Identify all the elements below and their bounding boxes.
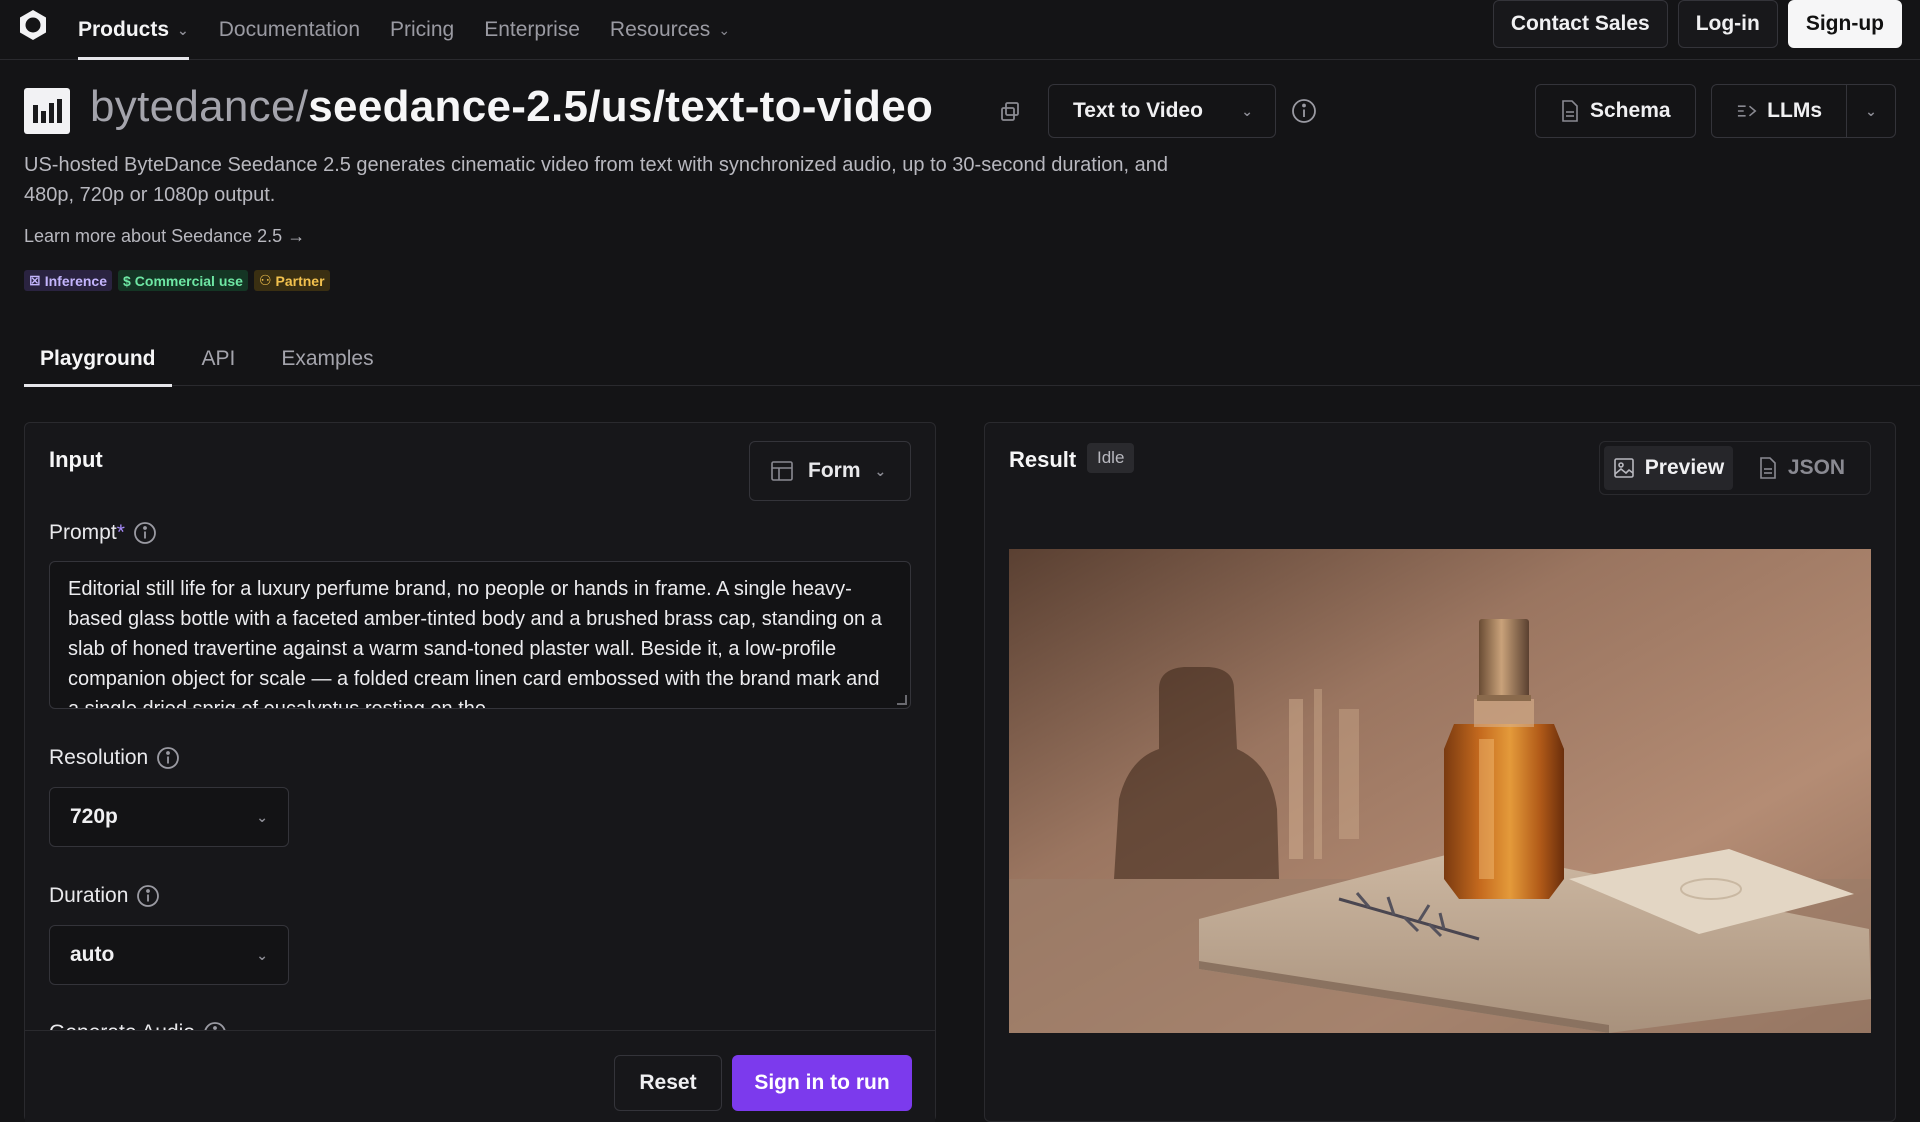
schema-label: Schema [1590,99,1671,122]
nav-documentation[interactable]: Documentation [219,0,360,60]
nav-products[interactable]: Products ⌄ [78,0,189,60]
top-navigation: Products ⌄ Documentation Pricing Enterpri… [0,0,1920,60]
resolution-select[interactable]: 720p ⌄ [49,787,289,847]
contact-sales-button[interactable]: Contact Sales [1492,0,1668,48]
duration-label: Duration [49,884,160,908]
chevron-down-icon: ⌄ [177,21,189,38]
dollar-icon: $ [122,272,131,289]
logo-icon[interactable] [16,8,50,42]
document-icon [1562,100,1578,122]
preview-tab[interactable]: Preview [1604,446,1733,490]
badge-partner: ⚇ Partner [253,270,330,291]
perfume-still-life-image [1009,549,1871,1033]
input-footer: Reset Sign in to run [25,1030,935,1122]
prompt-label: Prompt* [49,521,157,545]
signup-button[interactable]: Sign-up [1787,0,1902,48]
status-badge: Idle [1087,443,1135,473]
tab-bar: Playground API Examples [24,332,1920,387]
tab-api[interactable]: API [186,332,252,386]
model-description: US-hosted ByteDance Seedance 2.5 generat… [24,154,1169,206]
info-icon[interactable] [156,746,180,770]
schema-button[interactable]: Schema [1535,84,1696,138]
info-icon[interactable] [136,884,160,908]
tab-examples[interactable]: Examples [265,332,389,386]
input-panel: Input Form ⌄ Prompt* Editorial still lif… [24,422,936,1122]
view-toggle: Preview JSON [1599,441,1871,495]
badges: ⊠ Inference $ Commercial use ⚇ Partner [24,270,330,291]
duration-value: auto [70,943,115,966]
llms-button[interactable]: LLMs [1711,84,1847,138]
result-title: Result [1009,447,1077,472]
prompt-text: Editorial still life for a luxury perfum… [68,578,882,709]
inference-icon: ⊠ [29,272,41,288]
input-title: Input [49,447,103,472]
chevron-down-icon: ⌄ [874,462,887,479]
people-icon: ⚇ [258,272,272,288]
chevron-down-icon: ⌄ [256,946,268,963]
layout-icon [771,461,793,481]
learn-more-link[interactable]: Learn more about Seedance 2.5 → [24,226,305,247]
page-title: bytedance/seedance-2.5/us/text-to-video [90,82,933,132]
json-tab[interactable]: JSON [1737,446,1866,490]
info-icon[interactable] [1291,98,1317,124]
chevron-down-icon: ⌄ [256,808,268,825]
result-preview-image [1009,549,1871,1033]
result-panel: Result Idle Preview JSON [984,422,1896,1122]
nav-pricing[interactable]: Pricing [390,0,454,60]
info-icon[interactable] [133,521,157,545]
copy-icon[interactable] [998,100,1022,124]
document-icon [1760,457,1776,479]
llm-icon [1737,105,1757,117]
badge-inference: ⊠ Inference [24,270,112,291]
chevron-down-icon: ⌄ [718,21,731,38]
form-mode-label: Form [808,459,861,482]
resize-handle[interactable] [897,695,907,705]
form-mode-button[interactable]: Form ⌄ [749,441,911,501]
run-button[interactable]: Sign in to run [732,1055,912,1111]
resolution-label: Resolution [49,746,180,770]
mode-select-value: Text to Video [1073,99,1203,122]
llms-label: LLMs [1767,99,1822,122]
model-slug: seedance-2.5/us/text-to-video [308,82,934,131]
nav-resources[interactable]: Resources ⌄ [610,0,730,60]
duration-select[interactable]: auto ⌄ [49,925,289,985]
chevron-down-icon: ⌄ [1241,102,1253,119]
tab-playground[interactable]: Playground [24,332,172,387]
badge-commercial: $ Commercial use [117,270,248,291]
nav-enterprise[interactable]: Enterprise [484,0,580,60]
login-button[interactable]: Log-in [1677,0,1778,48]
mode-select[interactable]: Text to Video ⌄ [1048,84,1276,138]
chevron-down-icon: ⌄ [1865,102,1877,119]
reset-button[interactable]: Reset [614,1055,722,1111]
llms-menu-button[interactable]: ⌄ [1846,84,1896,138]
model-icon [24,88,70,134]
required-marker: * [116,521,125,544]
prompt-textarea[interactable]: Editorial still life for a luxury perfum… [49,561,911,709]
model-owner: bytedance/ [90,82,309,131]
image-icon [1613,458,1634,478]
resolution-value: 720p [70,805,118,828]
